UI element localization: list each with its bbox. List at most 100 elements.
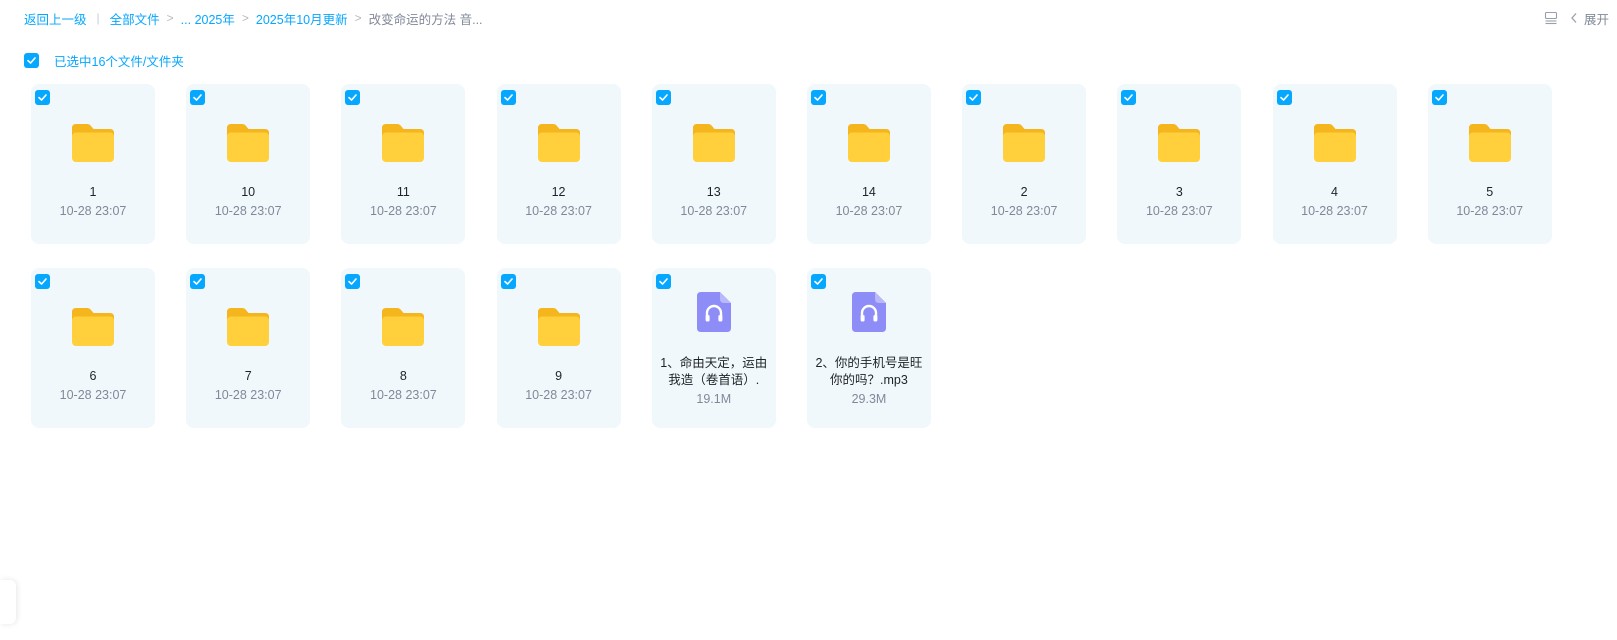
folder-icon bbox=[72, 308, 114, 346]
item-checkbox[interactable] bbox=[1431, 90, 1447, 105]
item-checkbox[interactable] bbox=[810, 90, 826, 105]
view-mode-icon[interactable] bbox=[1544, 11, 1558, 25]
selection-count: 已选中16个文件/文件夹 bbox=[54, 54, 184, 69]
chevron-left-icon bbox=[1571, 13, 1577, 23]
item-name: 14 bbox=[861, 185, 876, 199]
item-name: 10 bbox=[241, 185, 256, 199]
folder-icon bbox=[227, 124, 270, 162]
folder-tile[interactable]: 11 10-28 23:07 bbox=[341, 84, 466, 244]
item-date: 10-28 23:07 bbox=[525, 388, 592, 402]
audio-file-icon bbox=[696, 292, 731, 332]
item-name: 12 bbox=[551, 185, 566, 199]
folder-icon bbox=[537, 308, 580, 346]
item-size: 19.1M bbox=[696, 392, 732, 406]
item-date: 10-28 23:07 bbox=[214, 204, 282, 218]
item-date: 10-28 23:07 bbox=[525, 204, 592, 218]
item-name: 13 bbox=[706, 185, 721, 199]
folder-icon bbox=[847, 124, 890, 162]
breadcrumb-current: 改变命运的方法 音... bbox=[368, 12, 483, 27]
item-checkbox[interactable] bbox=[190, 90, 206, 105]
breadcrumb-divider: | bbox=[96, 11, 100, 25]
item-name: 9 bbox=[555, 369, 563, 383]
item-name: 4 bbox=[1331, 185, 1338, 199]
item-name: 6 bbox=[89, 369, 97, 383]
folder-icon bbox=[537, 124, 580, 162]
item-date: 10-28 23:07 bbox=[1456, 204, 1524, 218]
top-right-toolbar: 展开 bbox=[1544, 8, 1609, 28]
item-date: 10-28 23:07 bbox=[680, 204, 748, 218]
folder-tile[interactable]: 8 10-28 23:07 bbox=[341, 268, 466, 428]
item-name: 5 bbox=[1486, 185, 1494, 199]
item-checkbox[interactable] bbox=[1121, 90, 1137, 105]
item-checkbox[interactable] bbox=[500, 274, 516, 289]
item-checkbox[interactable] bbox=[966, 90, 982, 105]
item-checkbox[interactable] bbox=[345, 274, 361, 289]
breadcrumb-year[interactable]: ... 2025年 bbox=[181, 9, 235, 28]
breadcrumb-separator: > bbox=[241, 11, 249, 25]
folder-icon bbox=[692, 124, 735, 162]
back-link[interactable]: 返回上一级 bbox=[24, 9, 87, 28]
item-checkbox[interactable] bbox=[810, 274, 826, 289]
item-name: 11 bbox=[396, 185, 410, 199]
breadcrumb-separator: > bbox=[354, 11, 362, 25]
item-date: 10-28 23:07 bbox=[1145, 204, 1213, 218]
item-checkbox[interactable] bbox=[1276, 90, 1292, 105]
folder-tile[interactable]: 2 10-28 23:07 bbox=[962, 84, 1087, 244]
item-checkbox[interactable] bbox=[500, 90, 516, 105]
folder-tile[interactable]: 14 10-28 23:07 bbox=[806, 84, 931, 244]
item-name: 2 bbox=[1020, 185, 1028, 199]
expand-label: 展开 bbox=[1583, 12, 1609, 27]
expand-button[interactable]: 展开 bbox=[1570, 9, 1609, 28]
item-name: 8 bbox=[399, 369, 407, 383]
item-name: 7 bbox=[244, 369, 252, 383]
folder-tile[interactable]: 4 10-28 23:07 bbox=[1272, 84, 1397, 244]
folder-tile[interactable]: 3 10-28 23:07 bbox=[1117, 84, 1242, 244]
folder-icon bbox=[227, 308, 270, 346]
item-checkbox[interactable] bbox=[345, 90, 361, 105]
selection-bar: 已选中16个文件/文件夹 bbox=[24, 52, 184, 69]
item-date: 10-28 23:07 bbox=[370, 204, 437, 218]
item-name: 3 bbox=[1175, 185, 1183, 199]
breadcrumb-separator: > bbox=[166, 11, 174, 25]
file-tile[interactable]: 1、命由天定，运由我造（卷首语）. 19.1M bbox=[651, 268, 776, 428]
item-checkbox[interactable] bbox=[190, 274, 206, 289]
folder-tile[interactable]: 13 10-28 23:07 bbox=[651, 84, 776, 244]
side-panel-handle[interactable] bbox=[0, 580, 16, 624]
item-checkbox[interactable] bbox=[35, 274, 50, 289]
item-name: 2、你的手机号是旺你的吗？.mp3 bbox=[815, 356, 923, 387]
folder-tile[interactable]: 7 10-28 23:07 bbox=[186, 268, 311, 428]
item-date: 10-28 23:07 bbox=[59, 204, 127, 218]
folder-tile[interactable]: 6 10-28 23:07 bbox=[31, 268, 155, 428]
folder-icon bbox=[1003, 124, 1046, 162]
item-size: 29.3M bbox=[851, 392, 887, 406]
item-date: 10-28 23:07 bbox=[59, 388, 127, 402]
item-name: 1、命由天定，运由我造（卷首语）. bbox=[660, 356, 768, 387]
breadcrumb-month[interactable]: 2025年10月更新 bbox=[256, 9, 348, 28]
folder-tile[interactable]: 10 10-28 23:07 bbox=[186, 84, 311, 244]
select-all-checkbox[interactable] bbox=[24, 52, 39, 68]
folder-icon bbox=[72, 124, 114, 162]
item-checkbox[interactable] bbox=[655, 274, 671, 289]
breadcrumb: 返回上一级 | 全部文件 > ... 2025年 > 2025年10月更新 > … bbox=[24, 9, 483, 27]
folder-tile[interactable]: 5 10-28 23:07 bbox=[1427, 84, 1552, 244]
file-tile[interactable]: 2、你的手机号是旺你的吗？.mp3 29.3M bbox=[806, 268, 931, 428]
item-name: 1 bbox=[89, 185, 97, 199]
folder-icon bbox=[1313, 124, 1356, 162]
folder-icon bbox=[382, 308, 425, 346]
folder-icon bbox=[1158, 124, 1201, 162]
item-checkbox[interactable] bbox=[35, 90, 50, 105]
breadcrumb-all-files[interactable]: 全部文件 bbox=[110, 9, 160, 28]
item-date: 10-28 23:07 bbox=[835, 204, 903, 218]
item-date: 10-28 23:07 bbox=[1301, 204, 1368, 218]
item-checkbox[interactable] bbox=[655, 90, 671, 105]
folder-icon bbox=[382, 124, 425, 162]
folder-tile[interactable]: 1 10-28 23:07 bbox=[31, 84, 155, 244]
item-date: 10-28 23:07 bbox=[370, 388, 437, 402]
file-browser: 返回上一级 | 全部文件 > ... 2025年 > 2025年10月更新 > … bbox=[0, 0, 1617, 640]
folder-tile[interactable]: 12 10-28 23:07 bbox=[496, 84, 621, 244]
file-grid: 1 10-28 23:07 10 10-28 23:07 11 10-28 23:07 12… bbox=[31, 84, 1571, 428]
audio-file-icon bbox=[851, 292, 886, 332]
folder-tile[interactable]: 9 10-28 23:07 bbox=[496, 268, 621, 428]
item-date: 10-28 23:07 bbox=[990, 204, 1058, 218]
item-date: 10-28 23:07 bbox=[214, 388, 282, 402]
